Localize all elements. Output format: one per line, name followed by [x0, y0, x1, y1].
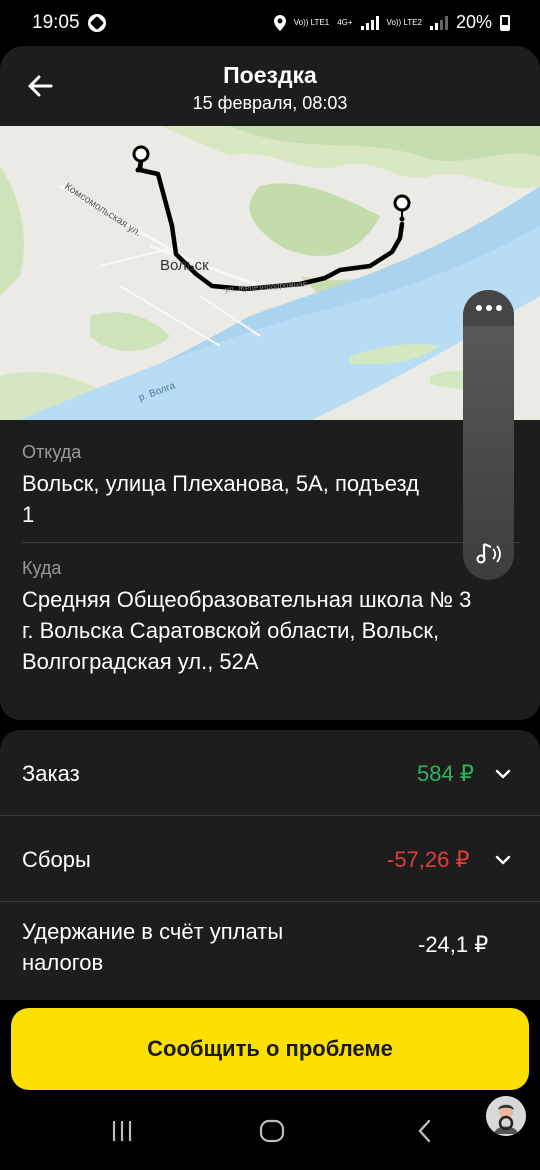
page-subtitle: 15 февраля, 08:03 [192, 93, 348, 113]
header: Поездка 15 февраля, 08:03 [0, 46, 540, 126]
payment-card: Заказ 584 ₽ Сборы -57,26 ₽ Удержание в с… [0, 730, 540, 1000]
chevron-down-icon[interactable] [494, 851, 512, 869]
network-label: 4G+ [337, 18, 353, 27]
map-label-city: Вольск [160, 257, 209, 274]
from-label: Откуда [22, 442, 82, 462]
home-icon[interactable] [257, 1118, 287, 1144]
nav-back-icon[interactable] [410, 1118, 440, 1144]
battery-icon [500, 14, 510, 31]
floating-side-panel[interactable] [463, 290, 514, 580]
payment-label: Удержание в счёт уплаты налогов [22, 919, 284, 975]
from-address: Вольск, улица Плеханова, 5А, подъезд 1 [22, 471, 419, 527]
payment-value: -24,1 ₽ [418, 932, 489, 957]
signal2-icon [429, 15, 448, 30]
payment-row-tax: Удержание в счёт уплаты налогов -24,1 ₽ [0, 902, 540, 1000]
report-problem-button[interactable]: Сообщить о проблеме [11, 1008, 529, 1090]
page-title: Поездка [223, 62, 317, 88]
chevron-down-icon[interactable] [494, 765, 512, 783]
notification-icon [88, 14, 106, 32]
status-time: 19:05 [32, 12, 80, 33]
signal-icon [360, 15, 379, 30]
battery-percent: 20% [455, 12, 492, 32]
address-card: Откуда Вольск, улица Плеханова, 5А, подъ… [0, 420, 540, 720]
assistant-avatar[interactable] [486, 1096, 526, 1136]
sim1-label: Vo)) LTE1 [293, 18, 330, 27]
music-note-icon[interactable] [471, 536, 505, 570]
system-nav-bar [0, 1094, 540, 1170]
divider [22, 542, 520, 543]
to-label: Куда [22, 558, 62, 578]
to-address: Средняя Общеобразовательная школа № 3 г.… [22, 587, 472, 674]
sim2-label: Vo)) LTE2 [386, 18, 422, 27]
payment-row-fees[interactable]: Сборы -57,26 ₽ [0, 816, 540, 902]
location-icon [273, 14, 286, 31]
route-map[interactable]: Комсомольская ул. Вольск ул. Железнодоро… [0, 126, 540, 428]
payment-label: Сборы [22, 847, 91, 872]
payment-label: Заказ [22, 761, 80, 786]
recent-apps-icon[interactable] [107, 1118, 137, 1144]
payment-value: 584 ₽ [417, 761, 474, 786]
status-indicators: Vo)) LTE1 4G+ Vo)) LTE2 20% [273, 12, 510, 33]
payment-row-order[interactable]: Заказ 584 ₽ [0, 730, 540, 816]
status-bar: 19:05 Vo)) LTE1 4G+ Vo)) LTE2 20% [0, 0, 540, 46]
payment-value: -57,26 ₽ [387, 847, 470, 872]
